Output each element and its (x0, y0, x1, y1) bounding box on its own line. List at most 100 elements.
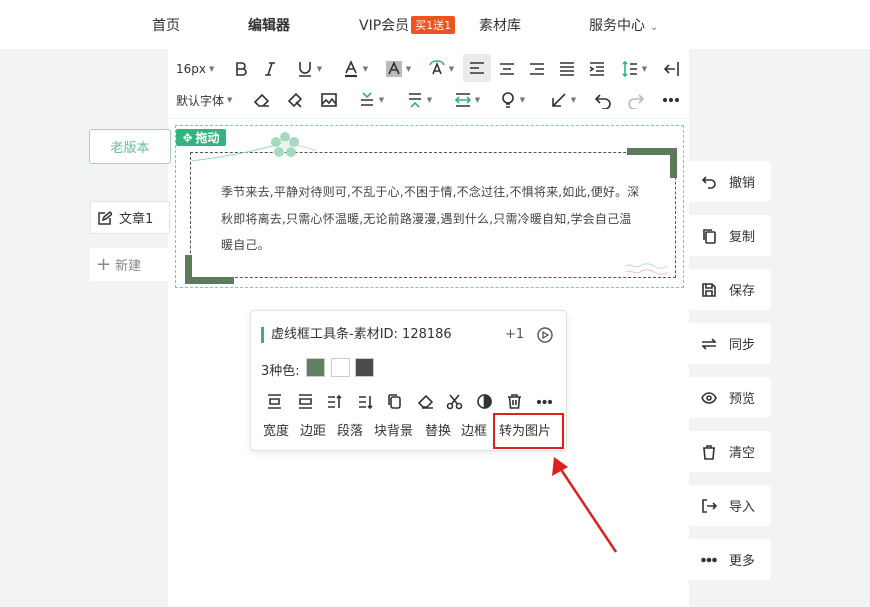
font-size-value: 16px (176, 62, 206, 76)
width-label[interactable]: 宽度 (263, 420, 289, 439)
block-background-icon[interactable] (355, 391, 375, 411)
indent-icon[interactable] (587, 56, 607, 82)
font-family-select[interactable]: 默认字体 ▼ (176, 87, 232, 113)
image-icon[interactable] (318, 87, 340, 113)
chevron-down-icon: ▼ (519, 96, 526, 104)
justify-icon[interactable] (557, 56, 577, 82)
align-left-icon[interactable] (463, 54, 491, 82)
text-effect-icon[interactable]: ▼ (422, 56, 460, 82)
block-background-label[interactable]: 块背景 (374, 420, 413, 439)
align-right-icon[interactable] (527, 56, 547, 82)
paragraph-icon[interactable] (324, 391, 344, 411)
preview-button[interactable]: 预览 (689, 377, 771, 418)
contrast-icon[interactable] (474, 391, 494, 411)
drag-handle[interactable]: ✥ 拖动 (176, 129, 226, 146)
undo-label: 撤销 (729, 176, 756, 191)
more-icon[interactable] (660, 87, 682, 113)
chevron-down-icon: ▼ (405, 65, 412, 73)
save-button[interactable]: 保存 (689, 269, 771, 310)
nav-materials[interactable]: 素材库 (479, 15, 521, 35)
preview-label: 预览 (729, 392, 756, 407)
corner-decoration-top-right (627, 148, 677, 178)
nav-service[interactable]: 服务中心 ⌄ (589, 15, 658, 35)
save-icon (702, 282, 716, 297)
line-height-icon[interactable]: ▼ (616, 56, 652, 82)
undo-icon[interactable] (593, 87, 613, 113)
font-size-select[interactable]: 16px ▼ (176, 56, 214, 82)
format-painter-icon[interactable] (285, 87, 305, 113)
paragraph-spacing-after-icon[interactable]: ▼ (400, 87, 438, 113)
import-button[interactable]: 导入 (689, 485, 771, 526)
drag-label: 拖动 (195, 131, 220, 145)
paragraph-spacing-before-icon[interactable]: ▼ (352, 87, 390, 113)
font-color-icon[interactable]: ▼ (336, 56, 374, 82)
import-icon (702, 498, 717, 513)
nav-service-label: 服务中心 (589, 18, 645, 34)
margin-label[interactable]: 边距 (300, 420, 326, 439)
clear-label: 清空 (729, 446, 756, 461)
letter-spacing-icon[interactable]: ▼ (448, 87, 486, 113)
more-icon (701, 557, 717, 562)
replace-icon[interactable] (384, 391, 404, 411)
more-button[interactable]: 更多 (689, 539, 771, 580)
chevron-down-icon: ▼ (378, 96, 385, 104)
chevron-down-icon: ▼ (316, 65, 323, 73)
plus-one-button[interactable]: +1 (505, 327, 524, 342)
scissors-icon[interactable] (444, 391, 464, 411)
eraser-icon[interactable] (415, 391, 435, 411)
copy-icon (703, 228, 716, 244)
copy-button[interactable]: 复制 (689, 215, 771, 256)
highlight-icon[interactable]: ▼ (378, 56, 418, 82)
border-label[interactable]: 边框 (461, 420, 487, 439)
sync-icon (702, 337, 716, 350)
color-swatch-dark[interactable] (355, 358, 374, 377)
chevron-down-icon: ⌄ (650, 22, 659, 33)
sync-button[interactable]: 同步 (689, 323, 771, 364)
paragraph-label[interactable]: 段落 (337, 420, 363, 439)
trash-icon[interactable] (504, 391, 524, 411)
align-center-icon[interactable] (497, 56, 517, 82)
exit-icon[interactable] (662, 56, 682, 82)
replace-label[interactable]: 替换 (425, 420, 451, 439)
wave-decoration (625, 263, 669, 275)
clear-button[interactable]: 清空 (689, 431, 771, 472)
chevron-down-icon: ▼ (448, 65, 455, 73)
popup-title: 虚线框工具条-素材ID: 128186 (261, 327, 452, 343)
undo-button[interactable]: 撤销 (689, 161, 771, 202)
article-item[interactable]: 文章1 (90, 201, 170, 234)
nav-editor[interactable]: 编辑器 (248, 15, 290, 35)
highlight-box (493, 413, 564, 449)
chevron-down-icon: ▼ (362, 65, 369, 73)
material-text[interactable]: 季节来去,平静对待则可,不乱于心,不困于情,不念过往,不惧将来,如此,便好。深秋… (221, 179, 641, 259)
plus-icon: + (96, 253, 112, 275)
redo-icon[interactable] (626, 87, 646, 113)
chevron-down-icon: ▼ (570, 96, 577, 104)
arrow-icon[interactable]: ▼ (546, 87, 580, 113)
chevron-down-icon: ▼ (426, 96, 433, 104)
chevron-down-icon: ▼ (641, 65, 648, 73)
flower-decoration (271, 132, 299, 157)
nav-vip[interactable]: VIP会员 买1送1 (359, 15, 456, 35)
eye-icon (701, 391, 717, 404)
play-icon[interactable] (536, 326, 554, 344)
nav-home[interactable]: 首页 (152, 15, 180, 35)
color-swatch-green[interactable] (306, 358, 325, 377)
nav-vip-label: VIP会员 (359, 18, 410, 34)
trash-icon (703, 444, 715, 460)
top-navigation: 首页 编辑器 VIP会员 买1送1 素材库 服务中心 ⌄ (0, 0, 870, 49)
eraser-icon[interactable] (252, 87, 272, 113)
bulb-icon[interactable]: ▼ (497, 87, 527, 113)
underline-icon[interactable]: ▼ (290, 56, 328, 82)
edit-icon (98, 210, 112, 225)
color-swatch-white[interactable] (331, 358, 350, 377)
new-article-button[interactable]: + 新建 (90, 248, 170, 281)
more-icon[interactable] (534, 391, 554, 411)
bold-icon[interactable] (231, 56, 251, 82)
move-icon: ✥ (182, 130, 193, 145)
italic-icon[interactable] (260, 56, 280, 82)
width-icon[interactable] (264, 391, 284, 411)
new-article-label: 新建 (115, 259, 142, 274)
sync-label: 同步 (729, 338, 756, 353)
old-version-button[interactable]: 老版本 (89, 129, 171, 164)
margin-icon[interactable] (295, 391, 315, 411)
